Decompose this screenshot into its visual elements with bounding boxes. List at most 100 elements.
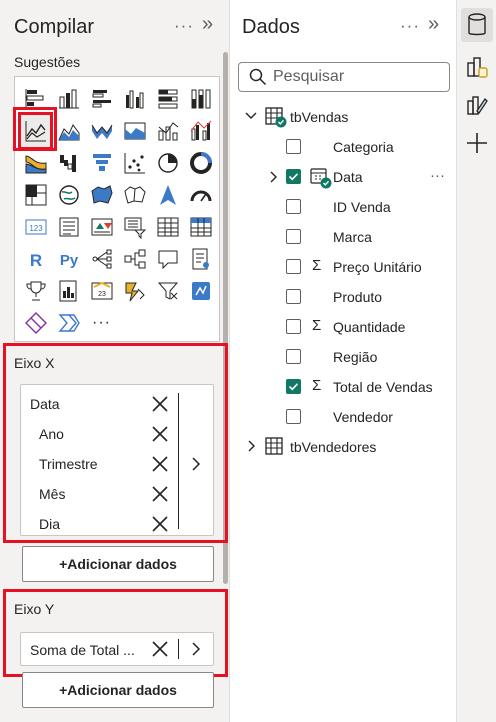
chevron-right-icon[interactable] xyxy=(244,439,258,453)
multi-row-card-icon[interactable] xyxy=(54,211,83,243)
more-visuals-icon[interactable]: ··· xyxy=(87,307,116,339)
field-more-options-icon[interactable]: ··· xyxy=(430,167,445,184)
field-checkbox[interactable] xyxy=(286,169,301,184)
x-axis-add-data-button[interactable]: +Adicionar dados xyxy=(22,546,214,582)
y-axis-divider xyxy=(178,639,179,659)
shape-map-icon[interactable] xyxy=(120,179,149,211)
format-pane-toggle[interactable] xyxy=(461,88,493,122)
search-icon xyxy=(249,68,267,86)
field-quantidade[interactable]: Σ Quantidade xyxy=(230,312,456,342)
field-regi-o[interactable]: Região xyxy=(230,342,456,372)
svg-text:R: R xyxy=(29,251,41,270)
goals-icon[interactable] xyxy=(21,275,50,307)
custom-visual-icon[interactable] xyxy=(186,275,215,307)
r-script-visual-icon[interactable]: R xyxy=(21,243,50,275)
field-checkbox[interactable] xyxy=(286,289,301,304)
diamond-visual-icon[interactable] xyxy=(21,307,50,339)
y-axis-field-soma-total[interactable]: Soma de Total ... xyxy=(30,635,150,665)
gauge-icon[interactable] xyxy=(186,179,215,211)
python-visual-icon[interactable]: Py xyxy=(54,243,83,275)
decomposition-tree-icon[interactable] xyxy=(120,243,149,275)
power-apps-icon[interactable]: 23 xyxy=(87,275,116,307)
build-pane-toggle[interactable] xyxy=(461,50,493,84)
pie-chart-icon[interactable] xyxy=(153,147,182,179)
chevron-down-icon[interactable] xyxy=(244,109,258,123)
field-label: Data xyxy=(30,396,60,412)
format-icon xyxy=(467,96,488,115)
power-automate-icon[interactable] xyxy=(120,275,149,307)
field-categoria[interactable]: Categoria xyxy=(230,132,456,162)
y-axis-field-chevron-icon[interactable] xyxy=(189,640,203,658)
ribbon-chart-icon[interactable] xyxy=(21,147,50,179)
remove-field-trimestre-icon[interactable] xyxy=(151,455,169,473)
smart-narrative-icon[interactable] xyxy=(186,243,215,275)
field-vendedor[interactable]: Vendedor xyxy=(230,402,456,432)
field-total-de-vendas[interactable]: Σ Total de Vendas xyxy=(230,372,456,402)
funnel-chart-icon[interactable] xyxy=(87,147,116,179)
add-pane-button[interactable] xyxy=(461,126,493,160)
table-tbVendedores[interactable]: tbVendedores xyxy=(244,432,444,462)
build-collapse-icon[interactable]: » xyxy=(202,13,214,36)
qa-icon[interactable] xyxy=(153,243,182,275)
chevron-right-icon[interactable] xyxy=(268,170,280,187)
table-name: tbVendas xyxy=(290,109,349,125)
scatter-chart-icon[interactable] xyxy=(120,147,149,179)
field-marca[interactable]: Marca xyxy=(230,222,456,252)
field-produto[interactable]: Produto xyxy=(230,282,456,312)
matrix-icon[interactable] xyxy=(186,211,215,243)
donut-chart-icon[interactable] xyxy=(186,147,215,179)
key-influencers-icon[interactable] xyxy=(87,243,116,275)
metrics-icon[interactable] xyxy=(153,275,182,307)
treemap-icon[interactable] xyxy=(21,179,50,211)
remove-field-mes-icon[interactable] xyxy=(151,485,169,503)
area-chart-icon[interactable] xyxy=(54,115,83,147)
field-pre-o-unit-rio[interactable]: Σ Preço Unitário xyxy=(230,252,456,282)
table-icon[interactable] xyxy=(153,211,182,243)
clustered-bar-chart-icon[interactable] xyxy=(87,83,116,115)
field-checkbox[interactable] xyxy=(286,199,301,214)
100-percent-column-chart-icon[interactable] xyxy=(186,83,215,115)
remove-field-dia-icon[interactable] xyxy=(151,515,169,533)
expand-hierarchy-chevron-icon[interactable] xyxy=(189,455,203,473)
chevron-visual-icon[interactable] xyxy=(54,307,83,339)
table-tbVendas[interactable]: tbVendas xyxy=(244,102,444,132)
search-box[interactable] xyxy=(238,62,450,92)
build-more-options-icon[interactable]: ··· xyxy=(174,16,194,36)
kpi-icon[interactable] xyxy=(87,211,116,243)
azure-map-icon[interactable] xyxy=(153,179,182,211)
line-and-column-chart-icon[interactable] xyxy=(153,115,182,147)
filled-map-icon[interactable] xyxy=(87,179,116,211)
search-input[interactable] xyxy=(273,67,443,87)
remove-field-ano-icon[interactable] xyxy=(151,425,169,443)
field-checkbox[interactable] xyxy=(286,319,301,334)
field-label: Dia xyxy=(39,516,61,532)
field-checkbox[interactable] xyxy=(286,229,301,244)
clustered-column-chart-icon[interactable] xyxy=(120,83,149,115)
remove-field-soma-total-icon[interactable] xyxy=(151,640,169,658)
line-and-clustered-column-chart-icon[interactable] xyxy=(186,115,215,147)
data-pane-toggle[interactable] xyxy=(461,8,493,42)
field-name: Região xyxy=(333,349,378,365)
card-icon[interactable]: 123 xyxy=(21,211,50,243)
field-name: Total de Vendas xyxy=(333,379,433,395)
map-icon[interactable] xyxy=(54,179,83,211)
field-checkbox[interactable] xyxy=(286,139,301,154)
field-checkbox[interactable] xyxy=(286,409,301,424)
slicer-icon[interactable] xyxy=(120,211,149,243)
field-label: Trimestre xyxy=(39,456,98,472)
data-collapse-icon[interactable]: » xyxy=(428,13,440,36)
field-checkbox[interactable] xyxy=(286,259,301,274)
data-more-options-icon[interactable]: ··· xyxy=(400,16,420,36)
paginated-report-icon[interactable] xyxy=(54,275,83,307)
remove-field-data-icon[interactable] xyxy=(151,395,169,413)
y-axis-add-data-button[interactable]: +Adicionar dados xyxy=(22,672,214,708)
100-percent-bar-chart-icon[interactable] xyxy=(153,83,182,115)
stacked-column-chart-icon[interactable] xyxy=(54,83,83,115)
waterfall-chart-icon[interactable] xyxy=(54,147,83,179)
stacked-area-chart-icon[interactable] xyxy=(87,115,116,147)
field-checkbox[interactable] xyxy=(286,379,301,394)
field-data[interactable]: Data ··· xyxy=(230,162,456,192)
100-percent-area-chart-icon[interactable] xyxy=(120,115,149,147)
field-id-venda[interactable]: ID Venda xyxy=(230,192,456,222)
field-checkbox[interactable] xyxy=(286,349,301,364)
